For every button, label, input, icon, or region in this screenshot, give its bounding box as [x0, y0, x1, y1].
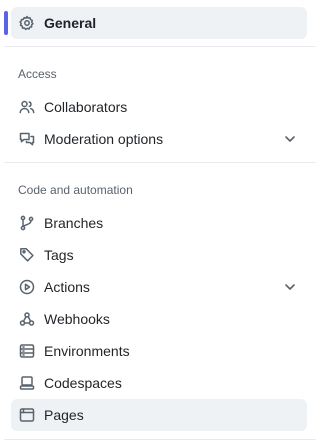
section-heading-access: Access: [18, 67, 57, 81]
sidebar-item-environments[interactable]: Environments: [11, 335, 307, 367]
sidebar-item-label: Codespaces: [44, 375, 122, 391]
section-divider: [4, 46, 316, 47]
sidebar-item-branches[interactable]: Branches: [11, 207, 307, 239]
play-icon: [19, 279, 35, 295]
sidebar-item-moderation-options[interactable]: Moderation options: [11, 123, 307, 155]
section-divider: [4, 439, 316, 440]
server-icon: [19, 343, 35, 359]
sidebar-item-tags[interactable]: Tags: [11, 239, 307, 271]
sidebar-item-label: Collaborators: [44, 99, 128, 115]
sidebar-item-label: Pages: [44, 407, 84, 423]
settings-sidebar: General Access Collaborators Moderation …: [0, 0, 319, 443]
selected-indicator: [4, 11, 8, 35]
sidebar-item-collaborators[interactable]: Collaborators: [11, 91, 307, 123]
chevron-down-icon[interactable]: [283, 280, 297, 294]
comment-discussion-icon: [19, 131, 35, 147]
sidebar-item-label: Actions: [44, 279, 90, 295]
sidebar-item-label: General: [44, 15, 97, 31]
section-heading-code-and-automation: Code and automation: [18, 183, 133, 197]
chevron-down-icon[interactable]: [283, 132, 297, 146]
sidebar-item-label: Moderation options: [44, 131, 164, 147]
sidebar-item-actions[interactable]: Actions: [11, 271, 307, 303]
sidebar-item-webhooks[interactable]: Webhooks: [11, 303, 307, 335]
sidebar-item-label: Tags: [44, 247, 74, 263]
gear-icon: [19, 15, 35, 31]
sidebar-item-codespaces[interactable]: Codespaces: [11, 367, 307, 399]
sidebar-item-pages[interactable]: Pages: [11, 399, 307, 431]
section-divider: [4, 162, 316, 163]
browser-icon: [19, 407, 35, 423]
git-branch-icon: [19, 215, 35, 231]
codespaces-icon: [19, 375, 35, 391]
webhook-icon: [19, 311, 35, 327]
sidebar-item-label: Branches: [44, 215, 104, 231]
sidebar-item-label: Environments: [44, 343, 130, 359]
people-icon: [19, 99, 35, 115]
sidebar-item-general[interactable]: General: [11, 7, 307, 39]
sidebar-item-label: Webhooks: [44, 311, 110, 327]
tag-icon: [19, 247, 35, 263]
